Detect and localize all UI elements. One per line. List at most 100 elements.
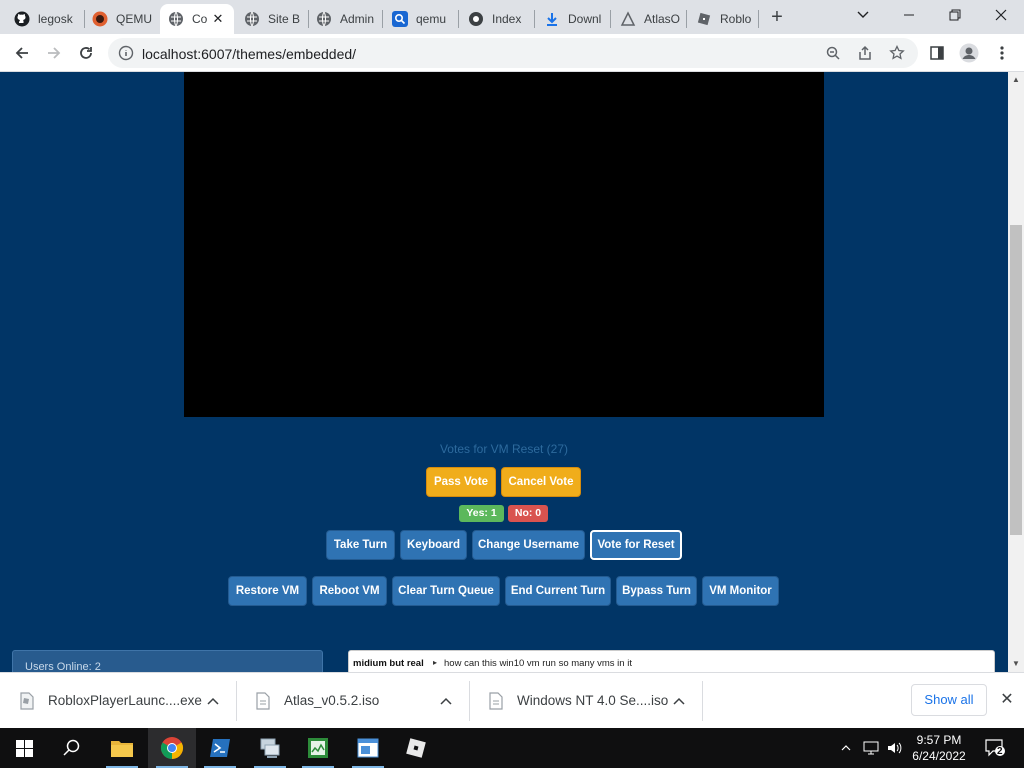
close-icon[interactable]: ✕ [210,11,226,27]
taskbar-network-app[interactable] [246,728,294,768]
more-vertical-icon [1000,46,1004,60]
powershell-icon [210,739,230,757]
folder-icon [111,741,133,757]
profile-button[interactable] [955,39,983,67]
users-online-label: Users Online: 2 [25,661,101,672]
windows-taskbar: 9:57 PM 6/24/2022 2 [0,728,1024,768]
restore-vm-button[interactable]: Restore VM [228,576,307,606]
bookmark-star-icon[interactable] [888,44,906,62]
download-filename: Windows NT 4.0 Se....iso [517,693,669,708]
download-item[interactable]: RobloxPlayerLaunc....exe [0,673,236,729]
scroll-up-icon[interactable]: ▲ [1008,72,1024,88]
taskbar-powershell[interactable] [196,728,244,768]
roblox-icon [696,11,712,27]
menu-button[interactable] [988,39,1016,67]
tab-search-button[interactable] [840,0,886,30]
address-bar[interactable]: localhost:6007/themes/embedded/ [108,38,918,68]
taskbar-window-app[interactable] [344,728,392,768]
new-tab-button[interactable]: + [765,6,789,30]
forward-button[interactable] [40,39,68,67]
reboot-vm-button[interactable]: Reboot VM [312,576,387,606]
chevron-up-icon[interactable] [205,693,221,709]
end-current-turn-button[interactable]: End Current Turn [505,576,611,606]
system-clock[interactable]: 9:57 PM 6/24/2022 [906,732,972,764]
url-text[interactable]: localhost:6007/themes/embedded/ [142,46,356,62]
tray-overflow-icon[interactable] [836,728,856,768]
globe-icon [244,11,260,27]
window-app-icon [357,738,379,758]
tab-site[interactable]: Site B [236,4,308,34]
info-icon[interactable] [118,45,134,61]
tab-label: Site B [268,12,301,26]
download-item[interactable]: Atlas_v0.5.2.iso [236,673,469,729]
page-scrollbar[interactable]: ▲ ▼ [1008,72,1024,672]
browser-toolbar: localhost:6007/themes/embedded/ [0,34,1024,72]
zoom-icon[interactable] [824,44,842,62]
file-icon [256,692,270,710]
chat-panel[interactable]: midium but real ▸ how can this win10 vm … [348,650,995,672]
tab-admin[interactable]: Admin [308,4,382,34]
taskbar-search-button[interactable] [48,728,96,768]
bypass-turn-button[interactable]: Bypass Turn [616,576,697,606]
reload-button[interactable] [72,39,100,67]
page-viewport: Votes for VM Reset (27) Pass Vote Cancel… [0,72,1008,672]
reload-icon [80,47,92,59]
tab-active[interactable]: Co ✕ [160,4,234,34]
chevron-up-icon[interactable] [671,693,687,709]
share-icon[interactable] [856,44,874,62]
vm-display[interactable] [184,72,824,417]
tab-roblox[interactable]: Roblo [688,4,762,34]
side-panel-button[interactable] [923,39,951,67]
tab-atlas[interactable]: AtlasO [612,4,686,34]
tab-qemu[interactable]: QEMU [84,4,158,34]
globe-icon [468,11,484,27]
keyboard-button[interactable]: Keyboard [400,530,467,560]
votes-title: Votes for VM Reset (27) [439,442,569,456]
download-item[interactable]: Windows NT 4.0 Se....iso [469,673,702,729]
change-username-button[interactable]: Change Username [472,530,585,560]
users-online-panel: Users Online: 2 [12,650,323,672]
scroll-thumb[interactable] [1010,225,1022,535]
tab-label: qemu [416,12,447,26]
start-button[interactable] [0,728,48,768]
tab-index[interactable]: Index [460,4,534,34]
tab-legosk[interactable]: legosk [6,4,84,34]
tab-label: Admin [340,12,375,26]
close-icon [995,9,1007,21]
vm-monitor-button[interactable]: VM Monitor [702,576,779,606]
clock-time: 9:57 PM [916,733,962,747]
take-turn-button[interactable]: Take Turn [326,530,395,560]
download-icon [544,11,560,27]
volume-icon[interactable] [884,728,906,768]
close-icon[interactable]: ✕ [997,690,1017,710]
scroll-down-icon[interactable]: ▼ [1008,656,1024,672]
github-icon [14,11,30,27]
vote-for-reset-button[interactable]: Vote for Reset [590,530,682,560]
roblox-icon [406,738,426,758]
chevron-up-icon[interactable] [438,693,454,709]
taskbar-file-explorer[interactable] [98,728,146,768]
tab-label: AtlasO [644,12,680,26]
back-button[interactable] [8,39,36,67]
clear-turn-queue-button[interactable]: Clear Turn Queue [392,576,500,606]
restore-button[interactable] [932,0,978,30]
clock-date: 6/24/2022 [912,749,966,763]
network-icon[interactable] [860,728,882,768]
tab-qemu-search[interactable]: qemu [384,4,458,34]
minimize-button[interactable] [886,0,932,30]
close-window-button[interactable] [978,0,1024,30]
side-panel-icon [930,46,944,60]
taskbar-task-manager[interactable] [294,728,342,768]
taskbar-chrome[interactable] [148,728,196,768]
qemu-icon [92,11,108,27]
notification-center-button[interactable]: 2 [978,728,1012,768]
tab-downloads[interactable]: Downl [536,4,610,34]
pass-vote-button[interactable]: Pass Vote [426,467,496,497]
avatar-icon [959,43,979,63]
tab-strip: legosk QEMU Co ✕ Site B Admin qemu Index… [0,0,1024,34]
minimize-icon [904,14,914,16]
cancel-vote-button[interactable]: Cancel Vote [501,467,581,497]
download-filename: Atlas_v0.5.2.iso [284,693,380,708]
show-all-button[interactable]: Show all [911,684,987,716]
taskbar-roblox[interactable] [392,728,440,768]
